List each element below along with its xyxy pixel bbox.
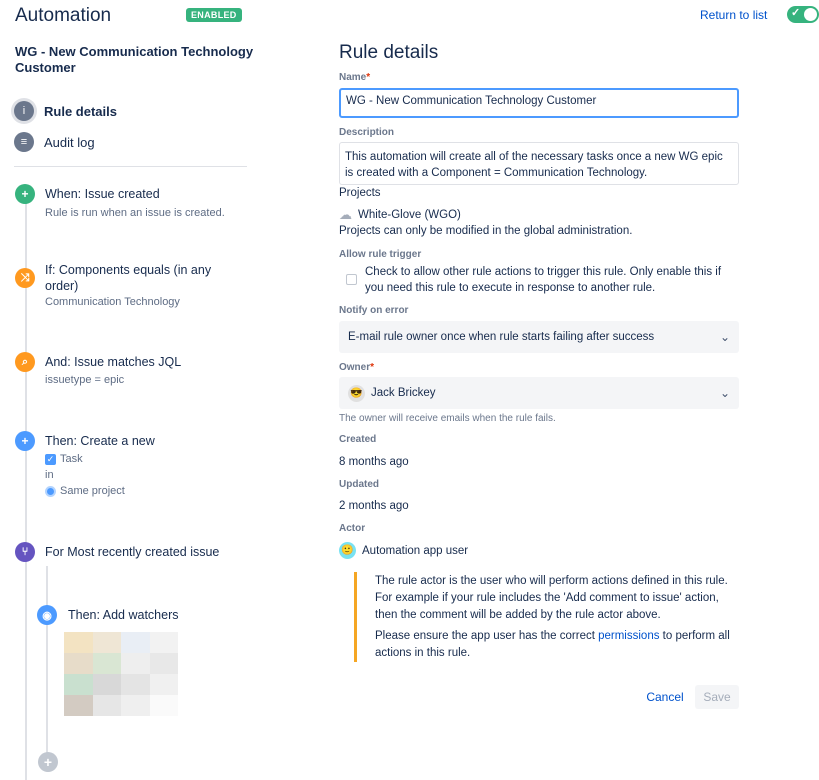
add-step-button[interactable]: +: [38, 752, 58, 772]
allow-trigger-checkbox[interactable]: [346, 274, 357, 285]
step-title: Then: Create a new: [45, 434, 155, 448]
sidebar-rule-name: WG - New Communication Technology Custom…: [15, 44, 254, 75]
step-branch[interactable]: For Most recently created issue: [45, 544, 245, 560]
task-line: ✓ Task: [45, 451, 245, 467]
updated-label: Updated: [339, 479, 379, 490]
project-name: White-Glove (WGO): [358, 209, 461, 221]
projects-note: Projects can only be modified in the glo…: [339, 225, 633, 237]
plus-icon: +: [15, 431, 35, 451]
page-title: Rule details: [339, 42, 439, 63]
name-input[interactable]: WG - New Communication Technology Custom…: [339, 88, 739, 118]
description-label: Description: [339, 127, 395, 138]
return-to-list-link[interactable]: Return to list: [700, 8, 767, 22]
nav-item-label: Rule details: [44, 103, 117, 119]
allow-trigger-text: Check to allow other rule actions to tri…: [365, 266, 722, 294]
notify-selected-value: E-mail rule owner once when rule starts …: [348, 331, 655, 343]
step-title: And: Issue matches JQL: [45, 355, 182, 369]
actor-item: 🙂 Automation app user: [339, 542, 468, 559]
in-label: in: [45, 469, 54, 481]
actor-label: Actor: [339, 523, 366, 534]
step-subtitle: Rule is run when an issue is created.: [45, 207, 225, 219]
chevron-down-icon: ⌄: [719, 386, 730, 400]
info-paragraph-permissions: Please ensure the app user has the corre…: [375, 630, 730, 659]
status-badge: ENABLED: [186, 8, 242, 22]
task-type-icon: ✓: [45, 453, 56, 465]
created-label: Created: [339, 434, 377, 445]
branch-line: [46, 566, 48, 766]
watchers-blurred-avatars: [64, 632, 178, 716]
owner-select[interactable]: 😎 Jack Brickey ⌄: [339, 377, 739, 409]
notify-label: Notify on error: [339, 305, 409, 316]
owner-helper: The owner will receive emails when the r…: [339, 413, 556, 424]
nav-item-audit-log[interactable]: ≡ Audit log: [14, 132, 95, 152]
actor-value: Automation app user: [362, 544, 469, 557]
step-condition-components[interactable]: If: Components equals (in any order) Com…: [45, 262, 245, 310]
projects-label: Projects: [339, 187, 381, 199]
project-item: ☁ White-Glove (WGO): [339, 207, 461, 223]
step-title: If: Components equals (in any order): [45, 263, 212, 293]
branch-icon: ⑂: [15, 542, 35, 562]
project-avatar-icon: ☁: [339, 207, 352, 222]
step-action-watchers[interactable]: Then: Add watchers: [68, 607, 248, 623]
owner-selected-value: Jack Brickey: [371, 387, 436, 399]
actor-info-panel: The rule actor is the user who will perf…: [354, 572, 744, 662]
search-icon: ⌕: [15, 352, 35, 372]
cancel-button[interactable]: Cancel: [644, 685, 686, 709]
step-action-create[interactable]: Then: Create a new ✓ Task in Same projec…: [45, 433, 245, 499]
updated-value: 2 months ago: [339, 500, 409, 512]
step-trigger[interactable]: When: Issue created Rule is run when an …: [45, 186, 245, 221]
save-button[interactable]: Save: [695, 685, 739, 709]
nav-item-rule-details[interactable]: i Rule details: [14, 101, 117, 121]
project-line: Same project: [45, 483, 245, 499]
rule-enabled-toggle[interactable]: ✓: [787, 6, 819, 23]
description-field[interactable]: This automation will create all of the n…: [339, 142, 739, 185]
sidebar-divider: [14, 166, 247, 167]
notify-select[interactable]: E-mail rule owner once when rule starts …: [339, 321, 739, 353]
step-title: Then: Add watchers: [68, 608, 179, 622]
plus-icon: +: [15, 184, 35, 204]
chevron-down-icon: ⌄: [719, 330, 730, 344]
step-subtitle: issuetype = epic: [45, 374, 125, 386]
info-icon: i: [14, 101, 34, 121]
eye-icon: ◉: [37, 605, 57, 625]
actor-avatar-icon: 🙂: [339, 542, 356, 559]
name-label: Name*: [339, 72, 371, 83]
owner-label: Owner*: [339, 362, 375, 373]
step-subtitle: Communication Technology: [45, 296, 180, 308]
task-type-label: Task: [60, 453, 83, 465]
allow-trigger-label: Allow rule trigger: [339, 249, 422, 260]
step-title: When: Issue created: [45, 187, 160, 201]
list-icon: ≡: [14, 132, 34, 152]
info-paragraph: The rule actor is the user who will perf…: [375, 575, 728, 621]
project-label: Same project: [60, 485, 125, 497]
created-value: 8 months ago: [339, 456, 409, 468]
shuffle-icon: ⤨: [15, 268, 35, 288]
project-icon: [45, 485, 56, 497]
app-title: Automation: [15, 5, 112, 26]
owner-avatar-icon: 😎: [348, 384, 365, 402]
check-icon: ✓: [791, 7, 801, 19]
permissions-link[interactable]: permissions: [598, 630, 659, 642]
nav-item-label: Audit log: [44, 134, 95, 150]
step-title: For Most recently created issue: [45, 545, 220, 559]
step-condition-jql[interactable]: And: Issue matches JQL issuetype = epic: [45, 354, 245, 388]
